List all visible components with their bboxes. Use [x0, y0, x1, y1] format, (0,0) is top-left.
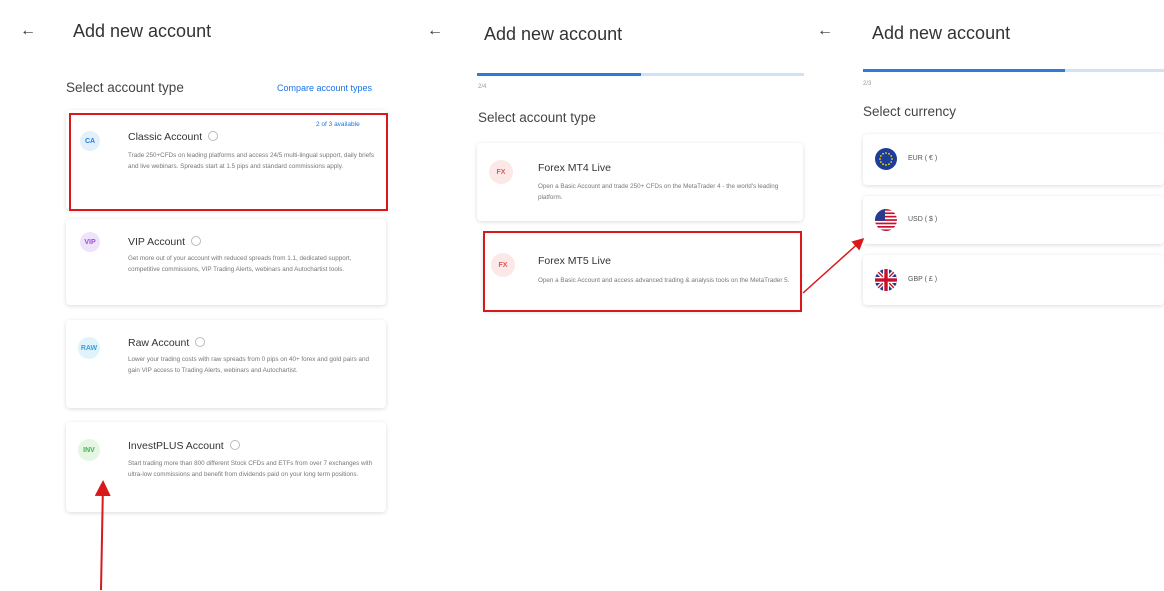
currency-option-gbp[interactable]: GBP ( £ ): [863, 255, 1164, 305]
account-card-mt4[interactable]: FX Forex MT4 Live Open a Basic Account a…: [477, 143, 803, 221]
account-description: Lower your trading costs with raw spread…: [128, 356, 369, 374]
account-description: Open a Basic Account and access advanced…: [538, 277, 790, 284]
eu-flag-icon: [875, 148, 897, 170]
info-icon[interactable]: [229, 440, 240, 451]
page-title: Add new account: [484, 24, 623, 44]
currency-option-usd[interactable]: USD ( $ ): [863, 196, 1164, 244]
account-title: Forex MT4 Live: [538, 162, 611, 174]
progress-fill: [477, 73, 641, 76]
account-title: Classic Account: [128, 131, 219, 143]
section-title: Select account type: [478, 110, 596, 125]
info-icon[interactable]: [191, 236, 202, 247]
account-title: InvestPLUS Account: [128, 440, 240, 452]
account-card-mt5[interactable]: FX Forex MT5 Live Open a Basic Account a…: [483, 233, 801, 311]
account-badge: CA: [80, 131, 100, 151]
account-description: Get more out of your account with reduce…: [128, 255, 352, 273]
account-badge: VIP: [80, 232, 100, 252]
currency-label: GBP ( £ ): [908, 276, 938, 283]
back-arrow-icon[interactable]: ←: [16, 19, 40, 43]
page-title: Add new account: [872, 23, 1011, 43]
currency-option-eur[interactable]: EUR ( € ): [863, 134, 1164, 185]
currency-label: USD ( $ ): [908, 216, 938, 223]
account-title: VIP Account: [128, 236, 202, 248]
compare-account-types-link[interactable]: Compare account types: [277, 83, 372, 93]
account-badge: FX: [489, 160, 513, 184]
step-counter: 2/3: [863, 81, 872, 87]
back-arrow-icon[interactable]: ←: [813, 19, 837, 43]
account-title: Raw Account: [128, 337, 206, 349]
section-title: Select currency: [863, 104, 957, 119]
account-card-raw[interactable]: RAW Raw Account Lower your trading costs…: [66, 320, 386, 408]
annotation-arrow-to-usd: [802, 237, 865, 294]
account-title: Forex MT5 Live: [538, 255, 611, 267]
account-badge: RAW: [78, 337, 100, 359]
info-icon[interactable]: [195, 337, 206, 348]
uk-flag-icon: [875, 269, 897, 291]
back-arrow-icon[interactable]: ←: [423, 19, 447, 43]
step-counter: 2/4: [478, 84, 487, 90]
section-title: Select account type: [66, 80, 184, 95]
account-description: Start trading more than 800 different St…: [128, 460, 373, 478]
account-card-vip[interactable]: VIP VIP Account Get more out of your acc…: [66, 219, 386, 305]
account-badge: INV: [78, 439, 100, 461]
page-title: Add new account: [73, 21, 212, 41]
us-flag-icon: [875, 209, 897, 231]
progress-bar: [477, 73, 804, 76]
account-card-investplus[interactable]: INV InvestPLUS Account Start trading mor…: [66, 422, 386, 512]
progress-bar: [863, 69, 1164, 72]
info-icon[interactable]: [208, 131, 219, 142]
progress-fill: [863, 69, 1065, 72]
availability-badge: 2 of 3 available: [316, 121, 360, 128]
currency-label: EUR ( € ): [908, 155, 938, 162]
account-badge: FX: [491, 253, 515, 277]
account-description: Open a Basic Account and trade 250+ CFDs…: [538, 183, 779, 201]
account-card-classic[interactable]: CA Classic Account 2 of 3 available Trad…: [66, 110, 386, 210]
account-description: Trade 250+CFDs on leading platforms and …: [128, 152, 374, 170]
